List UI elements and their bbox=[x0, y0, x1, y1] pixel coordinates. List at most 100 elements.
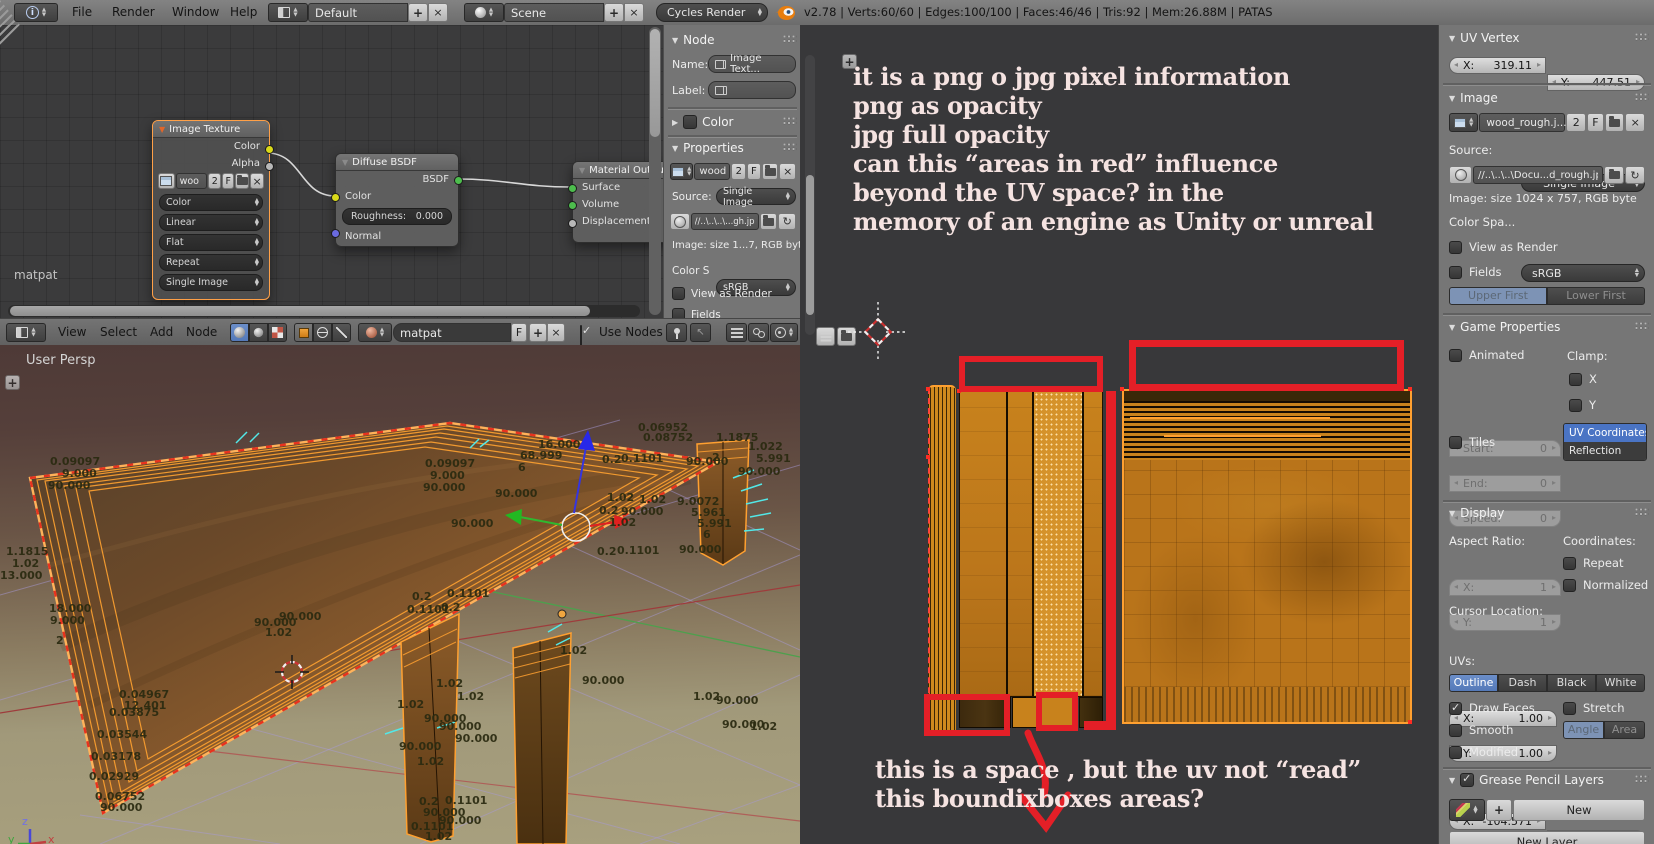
animated-checkbox[interactable] bbox=[1449, 348, 1462, 362]
image-datablock-browse[interactable] bbox=[670, 163, 694, 180]
tiles-x-field[interactable]: X:1 bbox=[1449, 579, 1561, 596]
open-image-button[interactable] bbox=[1604, 113, 1625, 132]
shader-type-object-button[interactable] bbox=[230, 323, 249, 342]
output-socket-color[interactable] bbox=[265, 145, 274, 154]
extension-select[interactable]: Repeat bbox=[159, 254, 263, 271]
section-image[interactable]: Image bbox=[1460, 91, 1498, 105]
path-icon-button[interactable] bbox=[1449, 166, 1472, 184]
shader-type-world-button[interactable] bbox=[249, 323, 268, 342]
image-datablock-icon-button[interactable] bbox=[158, 173, 175, 189]
panel-node-title[interactable]: Node bbox=[683, 33, 714, 47]
scrollbar-thumb[interactable] bbox=[806, 175, 814, 315]
backdrop-button[interactable] bbox=[726, 323, 747, 342]
menu-file[interactable]: File bbox=[72, 0, 92, 25]
unlink-image-button[interactable] bbox=[250, 173, 264, 189]
delete-layout-button[interactable] bbox=[428, 3, 448, 22]
region-corner-widget[interactable] bbox=[0, 25, 22, 47]
section-game-properties[interactable]: Game Properties bbox=[1460, 320, 1560, 334]
go-to-parent-button[interactable] bbox=[690, 323, 711, 342]
node-diffuse-bsdf[interactable]: Diffuse BSDF BSDF Color Roughness:0.000 … bbox=[331, 153, 463, 247]
output-socket-bsdf[interactable] bbox=[454, 176, 463, 185]
input-socket-volume[interactable] bbox=[568, 201, 577, 210]
editor-type-button[interactable] bbox=[14, 3, 58, 22]
end-field[interactable]: End:0 bbox=[1449, 475, 1561, 492]
node-image-texture[interactable]: Image Texture Color Alpha woo 2 F Color … bbox=[152, 120, 274, 300]
panel-grip[interactable] bbox=[1635, 33, 1649, 42]
node-editor-hscrollbar[interactable] bbox=[8, 305, 640, 317]
image-name-field[interactable]: wood_rough.j... bbox=[1479, 113, 1567, 132]
menu-render[interactable]: Render bbox=[112, 0, 155, 25]
fake-user-button[interactable]: F bbox=[1587, 113, 1604, 132]
grease-pencil-datablock-browse[interactable] bbox=[1449, 799, 1485, 821]
panel-color-title[interactable]: Color bbox=[702, 115, 733, 129]
input-socket-displacement[interactable] bbox=[568, 219, 577, 228]
input-socket-normal[interactable] bbox=[331, 229, 340, 238]
repeat-checkbox[interactable] bbox=[1563, 556, 1576, 570]
source-select[interactable]: Single Image bbox=[159, 274, 263, 291]
toolbar-expand-button[interactable] bbox=[5, 375, 20, 390]
mapping-uv-coordinates[interactable]: UV Coordinates bbox=[1564, 424, 1646, 442]
input-socket-color[interactable] bbox=[331, 193, 340, 202]
context-world-button[interactable] bbox=[313, 323, 332, 342]
menu-select[interactable]: Select bbox=[100, 319, 137, 345]
open-image-button[interactable] bbox=[761, 163, 779, 180]
users-count-button[interactable]: 2 bbox=[1566, 113, 1587, 132]
node-color-swatch[interactable] bbox=[683, 115, 698, 129]
node-collapse-icon[interactable] bbox=[159, 125, 165, 134]
scene-name-field[interactable]: Scene bbox=[504, 3, 604, 22]
clamp-y-checkbox[interactable] bbox=[1569, 398, 1582, 412]
menu-window[interactable]: Window bbox=[172, 0, 219, 25]
render-engine-select[interactable]: Cycles Render bbox=[656, 3, 768, 22]
panel-properties-title[interactable]: Properties bbox=[683, 141, 744, 155]
menu-view[interactable]: View bbox=[58, 319, 86, 345]
node-name-field[interactable]: Image Text... bbox=[708, 53, 796, 75]
source-select[interactable]: Single Image bbox=[716, 186, 796, 208]
fake-user-button[interactable]: F bbox=[747, 163, 761, 180]
panel-grip[interactable] bbox=[1635, 93, 1649, 102]
normalized-checkbox[interactable] bbox=[1563, 578, 1576, 592]
menu-node[interactable]: Node bbox=[186, 319, 217, 345]
fields-checkbox[interactable] bbox=[1449, 265, 1462, 279]
image-path-field[interactable]: //..\..\..\Docu...d_rough.jpg bbox=[1473, 166, 1603, 184]
scene-browse-button[interactable] bbox=[464, 3, 504, 22]
screen-layout-browse-button[interactable] bbox=[268, 3, 308, 22]
fake-user-button[interactable]: F bbox=[511, 323, 527, 342]
snap-button[interactable] bbox=[770, 323, 798, 342]
scrollbar-thumb[interactable] bbox=[10, 306, 590, 316]
fake-user-button[interactable]: F bbox=[222, 173, 235, 189]
uv-image-editor[interactable]: it is a png o jpg pixel information png … bbox=[800, 25, 1439, 844]
shader-type-linestyle-button[interactable] bbox=[268, 323, 287, 342]
uv-editor-scrollbar[interactable] bbox=[805, 55, 815, 335]
modified-checkbox[interactable] bbox=[1449, 745, 1462, 759]
panel-grip[interactable] bbox=[783, 117, 797, 126]
uv-vertex-x-field[interactable]: X:319.11 bbox=[1449, 57, 1546, 74]
node-editor[interactable]: Image Texture Color Alpha woo 2 F Color … bbox=[0, 25, 801, 345]
context-object-button[interactable] bbox=[294, 323, 313, 342]
path-icon-button[interactable] bbox=[670, 213, 690, 230]
users-count-button[interactable]: 2 bbox=[731, 163, 747, 180]
smooth-checkbox[interactable] bbox=[1449, 723, 1462, 737]
delete-scene-button[interactable] bbox=[624, 3, 644, 22]
section-display[interactable]: Display bbox=[1460, 506, 1504, 520]
material-browse-button[interactable] bbox=[358, 323, 392, 342]
users-count-button[interactable]: 2 bbox=[208, 173, 222, 189]
view-as-render-checkbox[interactable] bbox=[1449, 240, 1462, 254]
stretch-type-toggle[interactable]: Angle Area bbox=[1563, 721, 1645, 739]
input-socket-surface[interactable] bbox=[568, 184, 577, 193]
section-uv-vertex[interactable]: UV Vertex bbox=[1460, 31, 1519, 45]
panel-grip[interactable] bbox=[1635, 322, 1649, 331]
browse-path-button[interactable] bbox=[759, 213, 778, 230]
image-name-field[interactable]: wood bbox=[694, 163, 731, 180]
roughness-slider[interactable]: Roughness: 0.000 bbox=[342, 208, 452, 225]
interpolation-select[interactable]: Linear bbox=[159, 214, 263, 231]
colorspace-select[interactable]: sRGB bbox=[1521, 264, 1645, 282]
add-scene-button[interactable] bbox=[604, 3, 624, 22]
output-socket-alpha[interactable] bbox=[265, 162, 274, 171]
screen-layout-name-field[interactable]: Default bbox=[308, 3, 408, 22]
new-material-button[interactable] bbox=[529, 323, 547, 342]
reload-image-button[interactable] bbox=[778, 213, 797, 230]
copy-mirror-button[interactable] bbox=[816, 327, 835, 346]
panel-grip[interactable] bbox=[1635, 508, 1649, 517]
node-collapse-icon[interactable] bbox=[579, 166, 585, 175]
open-image-button[interactable] bbox=[235, 173, 250, 189]
